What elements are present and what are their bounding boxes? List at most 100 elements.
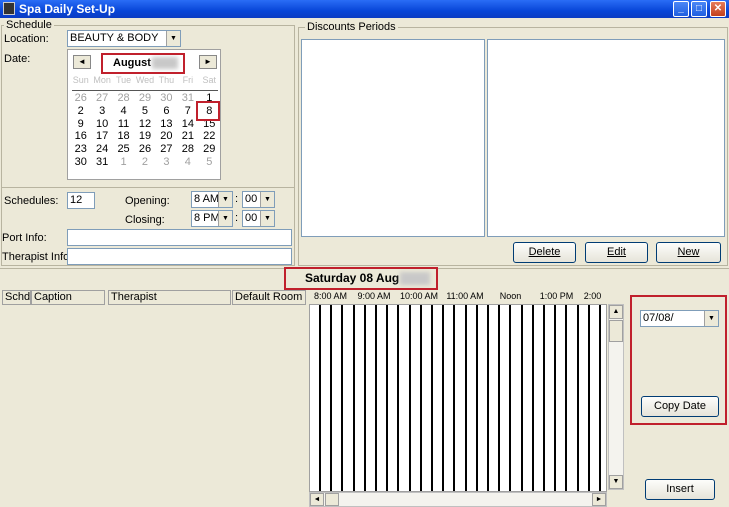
calendar-day[interactable]: 5 [199, 156, 220, 169]
timeline-gridline [453, 305, 455, 491]
timeline-gridline [330, 305, 332, 491]
title-bar: Spa Daily Set-Up _ □ ✕ [0, 0, 729, 18]
discount-periods-list[interactable] [301, 39, 485, 237]
calendar-day[interactable]: 24 [91, 143, 112, 156]
closing-hour-select[interactable]: 8 PM ▼ [191, 210, 233, 227]
location-select[interactable]: BEAUTY & BODY ▼ [67, 30, 181, 47]
calendar-day[interactable]: 11 [113, 118, 134, 131]
prev-month-button[interactable]: ◄ [73, 55, 91, 69]
calendar-day[interactable]: 6 [156, 105, 177, 118]
calendar-day[interactable]: 1 [113, 156, 134, 169]
calendar-weekday: Thu [158, 75, 175, 85]
calendar-day[interactable]: 21 [177, 130, 198, 143]
next-month-button[interactable]: ► [199, 55, 217, 69]
scroll-thumb-h[interactable] [325, 493, 339, 506]
chevron-down-icon[interactable]: ▼ [704, 311, 718, 326]
closing-minute-select[interactable]: 00 ▼ [242, 210, 275, 227]
calendar-day[interactable]: 28 [177, 143, 198, 156]
chevron-down-icon[interactable]: ▼ [218, 192, 232, 207]
scroll-thumb[interactable] [609, 320, 623, 342]
scroll-right-button[interactable]: ► [592, 493, 606, 506]
calendar-day[interactable]: 19 [134, 130, 155, 143]
discount-details-list[interactable] [487, 39, 725, 237]
chevron-down-icon[interactable]: ▼ [166, 31, 180, 46]
calendar-day[interactable]: 28 [113, 92, 134, 105]
vertical-scrollbar[interactable]: ▲ ▼ [608, 304, 624, 490]
calendar-day[interactable]: 26 [70, 92, 91, 105]
new-button[interactable]: New [656, 242, 721, 263]
edit-button-label: Edit [607, 246, 626, 258]
calendar-day[interactable]: 29 [134, 92, 155, 105]
therapist-info-input[interactable] [67, 248, 292, 265]
schedules-input[interactable]: 12 [67, 192, 95, 209]
calendar-day[interactable]: 20 [156, 130, 177, 143]
calendar-day[interactable]: 26 [134, 143, 155, 156]
copy-date-select[interactable]: 07/08/ ▼ [640, 310, 719, 327]
calendar-day[interactable]: 9 [70, 118, 91, 131]
opening-minute-value: 00 [245, 193, 258, 205]
schedules-label: Schedules: [4, 195, 59, 207]
calendar-day[interactable]: 5 [134, 105, 155, 118]
chevron-down-icon[interactable]: ▼ [218, 211, 232, 226]
scroll-up-button[interactable]: ▲ [609, 305, 623, 319]
edit-button[interactable]: Edit [585, 242, 648, 263]
timeline-gridline [565, 305, 567, 491]
calendar-day[interactable]: 27 [91, 92, 112, 105]
calendar-day[interactable]: 10 [91, 118, 112, 131]
calendar-day[interactable]: 3 [91, 105, 112, 118]
calendar-day[interactable]: 22 [199, 130, 220, 143]
calendar-day[interactable]: 31 [91, 156, 112, 169]
copy-date-button-label: Copy Date [654, 400, 706, 412]
close-button[interactable]: ✕ [710, 1, 726, 17]
column-header-default-room[interactable]: Default Room [232, 290, 306, 305]
calendar-day[interactable]: 3 [156, 156, 177, 169]
calendar-day[interactable]: 2 [134, 156, 155, 169]
calendar-day[interactable]: 4 [177, 156, 198, 169]
port-info-input[interactable] [67, 229, 292, 246]
maximize-button[interactable]: □ [691, 1, 707, 17]
calendar-day[interactable]: 12 [134, 118, 155, 131]
calendar-day[interactable]: 29 [199, 143, 220, 156]
opening-hour-select[interactable]: 8 AM ▼ [191, 191, 233, 208]
calendar-day[interactable]: 2 [70, 105, 91, 118]
chevron-right-icon: ► [595, 496, 603, 503]
chevron-down-icon[interactable]: ▼ [260, 192, 274, 207]
calendar-day[interactable]: 18 [113, 130, 134, 143]
column-header-caption[interactable]: Caption [31, 290, 105, 305]
opening-minute-select[interactable]: 00 ▼ [242, 191, 275, 208]
closing-label: Closing: [125, 214, 165, 226]
calendar-day[interactable]: 23 [70, 143, 91, 156]
opening-hour-value: 8 AM [194, 193, 220, 205]
scroll-down-button[interactable]: ▼ [609, 475, 623, 489]
insert-button[interactable]: Insert [645, 479, 715, 500]
discounts-group-label: Discounts Periods [305, 21, 398, 33]
date-label: Date: [4, 53, 31, 65]
calendar-weekday: Wed [135, 75, 155, 85]
calendar-day[interactable]: 25 [113, 143, 134, 156]
column-header-therapist[interactable]: Therapist [108, 290, 231, 305]
schedule-timeline-grid[interactable] [309, 304, 607, 492]
calendar-day[interactable]: 30 [70, 156, 91, 169]
horizontal-scrollbar[interactable]: ◄ ► [309, 492, 607, 507]
minimize-button[interactable]: _ [673, 1, 689, 17]
delete-button[interactable]: Delete [513, 242, 576, 263]
column-header-schd[interactable]: Schd [2, 290, 31, 305]
location-value: BEAUTY & BODY [70, 32, 159, 44]
scroll-left-button[interactable]: ◄ [310, 493, 324, 506]
timeline-gridline [386, 305, 388, 491]
window-title: Spa Daily Set-Up [19, 2, 116, 16]
timeline-gridline [364, 305, 366, 491]
chevron-down-icon[interactable]: ▼ [260, 211, 274, 226]
schedule-divider [1, 187, 295, 188]
calendar-day[interactable]: 17 [91, 130, 112, 143]
closing-minute-value: 00 [245, 212, 258, 224]
calendar-day[interactable]: 4 [113, 105, 134, 118]
timeline-gridline [341, 305, 343, 491]
copy-date-button[interactable]: Copy Date [641, 396, 719, 417]
timeline-gridline [319, 305, 321, 491]
calendar-day[interactable]: 27 [156, 143, 177, 156]
calendar-day[interactable]: 16 [70, 130, 91, 143]
calendar-day[interactable]: 13 [156, 118, 177, 131]
timeline-gridline [442, 305, 444, 491]
calendar-day[interactable]: 30 [156, 92, 177, 105]
